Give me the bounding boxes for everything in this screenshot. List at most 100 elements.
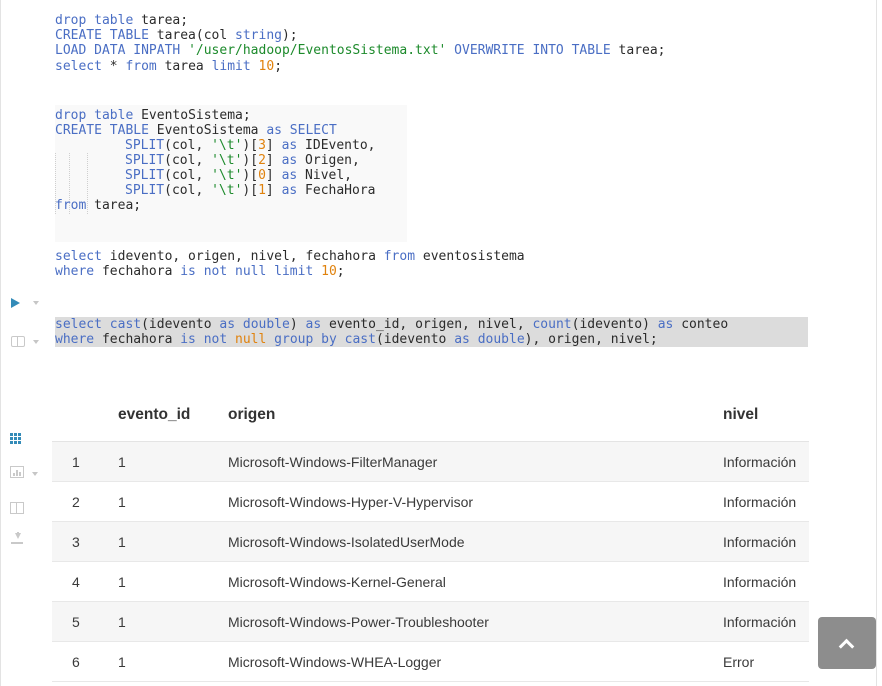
- cell-nivel: Información: [723, 494, 797, 510]
- scroll-to-top-button[interactable]: [818, 617, 876, 669]
- column-header-evento-id[interactable]: evento_id: [118, 395, 190, 441]
- grid-icon[interactable]: [10, 433, 23, 444]
- code-token: EventoSistema: [148, 123, 267, 138]
- code-token: FechaHora: [297, 183, 376, 198]
- code-token: )[: [242, 153, 259, 168]
- code-token: );: [281, 28, 298, 43]
- code-token: '\t': [211, 138, 243, 153]
- chevron-up-icon: [838, 638, 855, 655]
- cell-nivel: Información: [723, 614, 797, 630]
- code-token: cast: [344, 332, 376, 347]
- snippet-options-chevron-down-icon[interactable]: [33, 340, 39, 344]
- code-token: limit: [211, 59, 251, 74]
- row-number: 4: [72, 574, 80, 590]
- code-editor[interactable]: drop table tarea; CREATE TABLE tarea(col…: [55, 13, 820, 353]
- code-token: (col,: [164, 138, 212, 153]
- code-token: tarea;: [610, 43, 666, 58]
- code-token: select: [55, 249, 102, 264]
- code-token: EventoSistema;: [133, 108, 251, 123]
- code-token: CREATE TABLE: [55, 28, 149, 43]
- code-token: )[: [242, 183, 259, 198]
- row-number: 6: [72, 654, 80, 670]
- code-token: '\t': [211, 183, 243, 198]
- code-token: (idevento: [141, 317, 220, 332]
- code-token: LOAD DATA INPATH: [55, 43, 181, 58]
- code-token: drop table: [55, 108, 134, 123]
- cell-nivel: Información: [723, 454, 797, 470]
- code-token: drop table: [55, 13, 134, 28]
- chart-options-chevron-down-icon[interactable]: [32, 472, 38, 476]
- code-token: 1: [258, 183, 266, 198]
- row-number: 3: [72, 534, 80, 550]
- code-token: SPLIT: [125, 183, 165, 198]
- book-icon[interactable]: [11, 336, 25, 347]
- code-line: LOAD DATA INPATH '/user/hadoop/EventosSi…: [55, 43, 666, 58]
- code-token: 10: [258, 59, 275, 74]
- code-token: CREATE TABLE: [55, 123, 149, 138]
- results-table: evento_id origen nivel 1 1 Microsoft-Win…: [52, 395, 809, 686]
- code-token: as SELECT: [266, 123, 337, 138]
- table-row[interactable]: 6 1 Microsoft-Windows-WHEA-Logger Error: [52, 642, 809, 682]
- code-token: SPLIT: [125, 168, 165, 183]
- column-header-origen[interactable]: origen: [228, 395, 275, 441]
- code-token: eventosistema: [415, 249, 525, 264]
- column-header-nivel[interactable]: nivel: [723, 395, 758, 441]
- code-token: 3: [258, 138, 266, 153]
- execute-options-chevron-down-icon[interactable]: [33, 301, 39, 305]
- table-row[interactable]: 3 1 Microsoft-Windows-IsolatedUserMode I…: [52, 522, 809, 562]
- code-token: *: [101, 59, 126, 74]
- cell-origen: Microsoft-Windows-Hyper-V-Hypervisor: [228, 494, 474, 510]
- table-row[interactable]: 2 1 Microsoft-Windows-Hyper-V-Hypervisor…: [52, 482, 809, 522]
- columns-icon[interactable]: [10, 502, 24, 514]
- code-token: group by: [274, 332, 337, 347]
- code-token: where: [55, 264, 95, 279]
- code-token: as double: [454, 332, 525, 347]
- code-token: tarea: [156, 59, 212, 74]
- code-token: from: [55, 198, 87, 213]
- code-token: is not null limit: [180, 264, 314, 279]
- code-token: where: [55, 332, 95, 347]
- code-token: tarea;: [86, 198, 142, 213]
- code-token: (col,: [164, 153, 212, 168]
- cell-origen: Microsoft-Windows-IsolatedUserMode: [228, 534, 465, 550]
- cell-nivel: Información: [723, 534, 797, 550]
- code-line: select cast(idevento as double) as event…: [55, 317, 728, 332]
- code-token: )[: [242, 168, 259, 183]
- code-token: select: [55, 317, 102, 332]
- table-row[interactable]: 1 1 Microsoft-Windows-FilterManager Info…: [52, 442, 809, 482]
- code-token: Origen,: [297, 153, 360, 168]
- cell-evento-id: 1: [118, 654, 126, 670]
- row-number: 1: [72, 454, 80, 470]
- bar-chart-icon[interactable]: [10, 466, 24, 478]
- cell-origen: Microsoft-Windows-FilterManager: [228, 454, 438, 470]
- download-icon[interactable]: [10, 532, 24, 546]
- code-token: (idevento): [571, 317, 658, 332]
- code-token: tarea;: [133, 13, 189, 28]
- code-line: drop table EventoSistema;: [55, 108, 251, 123]
- play-icon[interactable]: [11, 298, 20, 308]
- code-token: ): [289, 317, 306, 332]
- code-token: as: [281, 153, 298, 168]
- code-token: ;: [274, 59, 283, 74]
- code-token: ;: [336, 264, 345, 279]
- code-token: (col,: [164, 168, 212, 183]
- cell-origen: Microsoft-Windows-Power-Troubleshooter: [228, 614, 489, 630]
- code-token: as double: [219, 317, 290, 332]
- code-token: tarea(col: [148, 28, 236, 43]
- code-line: drop table tarea;: [55, 13, 188, 28]
- code-line: where fechahora is not null group by cas…: [55, 332, 658, 347]
- code-token: null: [235, 332, 267, 347]
- code-token: idevento, origen, nivel, fechahora: [101, 249, 384, 264]
- code-token: '\t': [211, 153, 243, 168]
- code-line: SPLIT(col, '\t')[1] as FechaHora: [125, 183, 376, 198]
- code-token: from: [383, 249, 416, 264]
- table-row[interactable]: 5 1 Microsoft-Windows-Power-Troubleshoot…: [52, 602, 809, 642]
- table-row[interactable]: 4 1 Microsoft-Windows-Kernel-General Inf…: [52, 562, 809, 602]
- cell-evento-id: 1: [118, 494, 126, 510]
- cell-evento-id: 1: [118, 454, 126, 470]
